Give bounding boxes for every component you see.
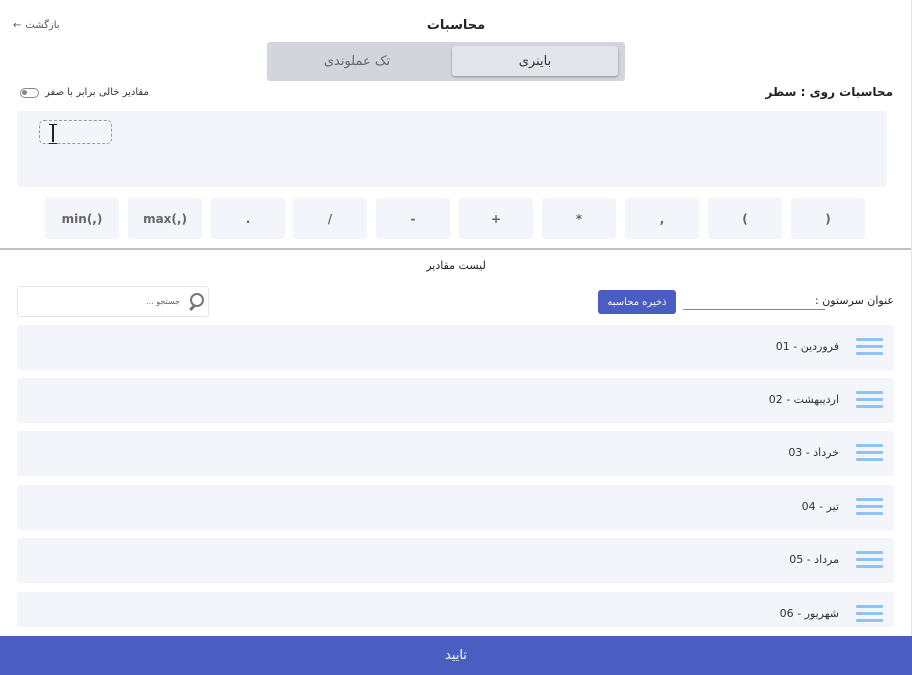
operator-minus-button[interactable]: - <box>376 198 450 239</box>
list-item-label: شهریور - 06 <box>779 607 839 620</box>
list-item[interactable]: فروردین - 01 <box>17 325 894 370</box>
drag-handle-icon[interactable] <box>856 551 883 571</box>
operator-bar: ) ( , * + - / . max(,) min(,) <box>0 198 912 240</box>
operator-dot-button[interactable]: . <box>211 198 285 239</box>
operator-min-button[interactable]: min(,) <box>45 198 119 239</box>
drag-handle-icon[interactable] <box>856 391 883 411</box>
operator-max-button[interactable]: max(,) <box>128 198 202 239</box>
formula-editor[interactable] <box>17 111 887 187</box>
list-item-label: تیر - 04 <box>801 500 839 513</box>
list-item[interactable]: اردیبهشت - 02 <box>17 378 894 423</box>
drag-handle-icon[interactable] <box>856 338 883 358</box>
text-cursor-icon <box>49 124 57 144</box>
list-item[interactable]: مرداد - 05 <box>17 538 894 583</box>
operator-divide-button[interactable]: / <box>293 198 367 239</box>
operator-multiply-button[interactable]: * <box>542 198 616 239</box>
drag-handle-icon[interactable] <box>856 605 883 625</box>
drag-handle-icon[interactable] <box>856 444 883 464</box>
empty-as-zero-label: مقادیر خالی برابر با صفر <box>45 87 149 98</box>
search-icon[interactable] <box>188 293 204 309</box>
list-item-label: اردیبهشت - 02 <box>768 393 839 406</box>
operator-open-paren-button[interactable]: ( <box>708 198 782 239</box>
search-box <box>17 286 209 317</box>
formula-input-slot[interactable] <box>39 120 112 144</box>
list-item[interactable]: تیر - 04 <box>17 485 894 530</box>
toggle-switch[interactable] <box>20 87 39 98</box>
operator-comma-button[interactable]: , <box>625 198 699 239</box>
search-input[interactable] <box>18 287 186 316</box>
operator-close-paren-button[interactable]: ) <box>791 198 865 239</box>
list-item-label: مرداد - 05 <box>789 553 839 566</box>
drag-handle-icon[interactable] <box>856 498 883 518</box>
page-title: محاسبات <box>426 18 486 33</box>
column-title-label: عنوان سرستون : <box>815 294 894 307</box>
tab-binary[interactable]: باینری <box>452 46 618 76</box>
list-item-label: خرداد - 03 <box>788 446 839 459</box>
column-title-input[interactable] <box>683 296 825 310</box>
operator-plus-button[interactable]: + <box>459 198 533 239</box>
mode-switcher: باینری تک عملوندی <box>267 42 625 81</box>
divider <box>0 248 912 250</box>
tab-unary[interactable]: تک عملوندی <box>274 46 440 76</box>
confirm-button[interactable]: تایید <box>0 636 912 675</box>
list-item[interactable]: خرداد - 03 <box>17 431 894 476</box>
list-item-label: فروردین - 01 <box>775 340 839 353</box>
list-item[interactable]: شهریور - 06 <box>17 592 894 627</box>
save-calculation-button[interactable]: ذخیره محاسبه <box>598 290 676 314</box>
values-list: فروردین - 01 اردیبهشت - 02 خرداد - 03 تی… <box>17 325 895 627</box>
values-list-title: لیست مقادیر <box>426 259 486 272</box>
calculations-page: بازگشت ← محاسبات باینری تک عملوندی مقادی… <box>0 0 912 675</box>
empty-as-zero-toggle[interactable]: مقادیر خالی برابر با صفر <box>20 87 149 98</box>
calc-on-label: محاسبات روی : سطر <box>765 85 894 99</box>
